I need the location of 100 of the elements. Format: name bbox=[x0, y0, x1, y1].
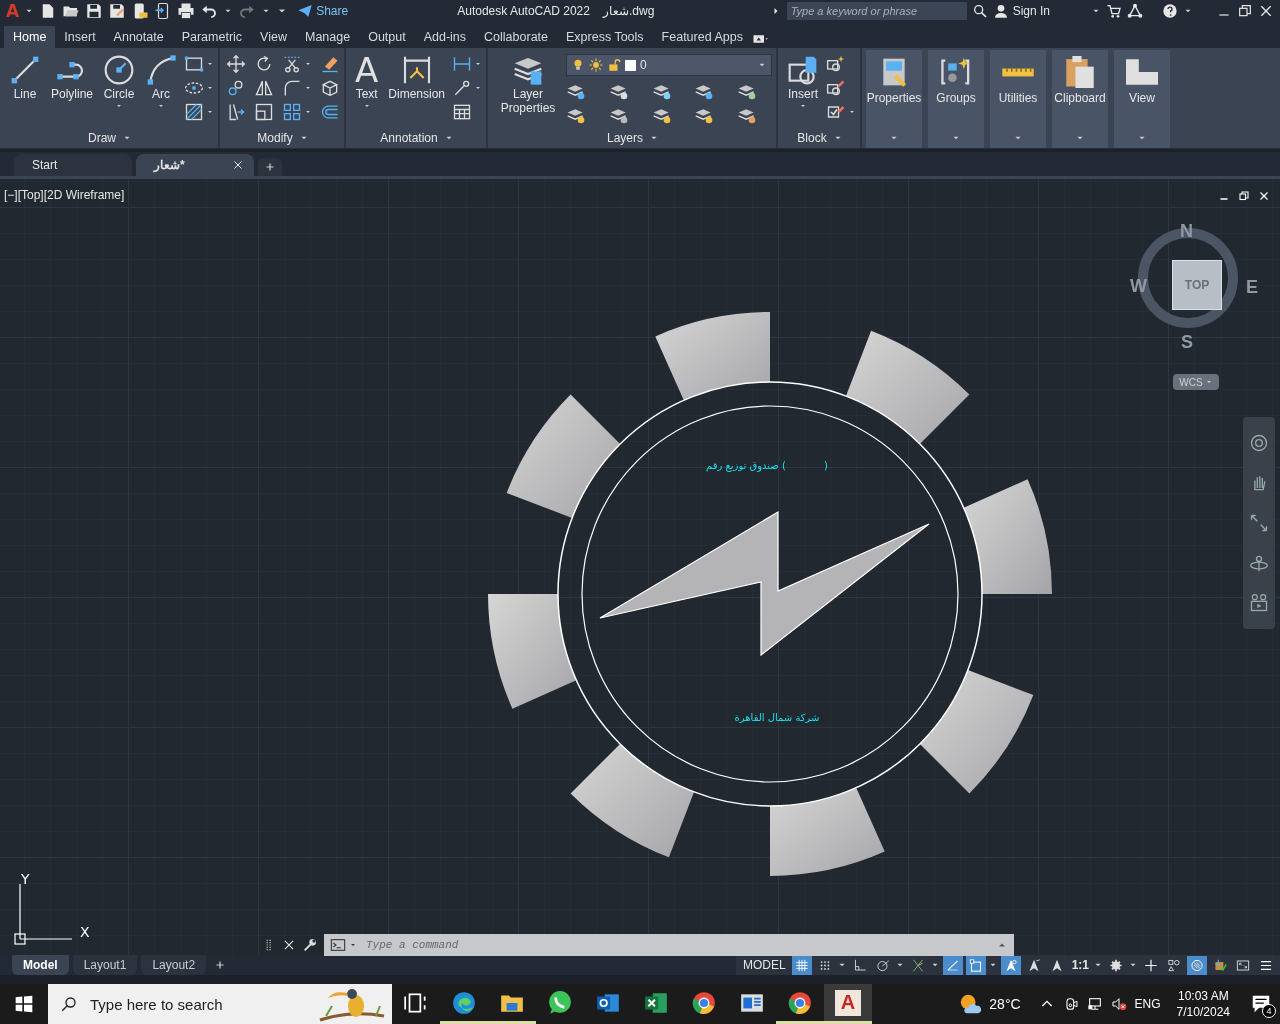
hatch-icon[interactable] bbox=[184, 102, 205, 122]
ribbon-tool-button[interactable]: Polyline bbox=[48, 52, 97, 128]
ribbon-tab[interactable]: Manage bbox=[295, 26, 360, 48]
close-icon[interactable] bbox=[282, 938, 296, 952]
panel-title-button[interactable]: Annotation bbox=[350, 128, 484, 148]
weather-icon[interactable] bbox=[959, 993, 982, 1015]
layout-tab[interactable]: Model bbox=[12, 955, 69, 975]
orbit-icon[interactable] bbox=[1249, 553, 1269, 573]
layout-tab[interactable]: Layout1 bbox=[72, 955, 138, 975]
ribbon-tool-button[interactable]: Insert bbox=[784, 52, 822, 128]
search-field[interactable]: Type a keyword or phrase bbox=[786, 2, 967, 20]
viewport-close-icon[interactable] bbox=[1258, 190, 1270, 202]
caret-icon[interactable] bbox=[304, 84, 313, 92]
table-icon[interactable] bbox=[452, 102, 472, 122]
ribbon-tab[interactable]: Add-ins bbox=[414, 26, 476, 48]
taskbar-app-button[interactable]: A bbox=[824, 984, 872, 1024]
taskbar-search-field[interactable]: Type here to search bbox=[48, 984, 392, 1024]
annotation-visibility-icon[interactable] bbox=[1000, 955, 1021, 975]
search-input[interactable]: Type here to search bbox=[88, 994, 306, 1014]
fillet-icon[interactable] bbox=[282, 78, 303, 98]
ribbon-panel-button[interactable]: Utilities bbox=[990, 50, 1046, 148]
showmotion-icon[interactable] bbox=[1249, 593, 1269, 613]
ribbon-tool-button[interactable]: Dimension bbox=[385, 52, 448, 128]
cart-icon[interactable] bbox=[1106, 3, 1122, 19]
ribbon-panel-button[interactable]: Groups bbox=[928, 50, 984, 148]
clock-date[interactable]: 7/10/2024 bbox=[1176, 1004, 1230, 1020]
command-input[interactable]: Type a command bbox=[360, 936, 993, 954]
clock-time[interactable]: 10:03 AM bbox=[1177, 988, 1229, 1004]
language-indicator[interactable]: ENG bbox=[1134, 997, 1161, 1011]
network-icon[interactable] bbox=[1086, 996, 1103, 1012]
temperature[interactable]: 28°C bbox=[989, 996, 1021, 1012]
ribbon-tab[interactable]: Output bbox=[359, 26, 415, 48]
block-create-icon[interactable] bbox=[826, 54, 846, 74]
caret-icon[interactable] bbox=[304, 108, 313, 116]
windows-start-icon[interactable] bbox=[14, 994, 34, 1014]
ribbon-tool-button[interactable]: Arc bbox=[142, 52, 181, 128]
ribbon-tool-button[interactable]: A Text bbox=[352, 52, 382, 128]
wrench-icon[interactable] bbox=[302, 937, 318, 953]
ribbon-tab[interactable]: Collaborate bbox=[475, 26, 557, 48]
network-icon[interactable] bbox=[1127, 3, 1143, 19]
caret-icon[interactable] bbox=[474, 60, 482, 68]
viewport-restore-icon[interactable] bbox=[1238, 190, 1250, 202]
panel-title-button[interactable]: Block bbox=[782, 128, 858, 148]
compass-label[interactable]: S bbox=[1181, 332, 1193, 353]
caret-icon[interactable] bbox=[474, 84, 482, 92]
ribbon-tab[interactable]: Express Tools bbox=[557, 26, 653, 48]
rectangle-icon[interactable] bbox=[184, 54, 205, 74]
save-as-icon[interactable] bbox=[108, 2, 127, 20]
layer-dropdown[interactable]: 0 bbox=[566, 54, 772, 76]
panel-title-button[interactable]: Modify bbox=[224, 128, 343, 148]
array-icon[interactable] bbox=[282, 102, 303, 122]
help-icon[interactable] bbox=[1162, 3, 1178, 19]
speaker-muted-icon[interactable] bbox=[1110, 996, 1127, 1012]
new-tab-button[interactable] bbox=[258, 158, 282, 176]
move-icon[interactable] bbox=[226, 54, 247, 74]
panel-title-button[interactable]: Layers bbox=[492, 128, 774, 148]
compass-label[interactable]: E bbox=[1246, 277, 1258, 298]
close-icon[interactable] bbox=[1258, 3, 1274, 19]
zoom-icon[interactable] bbox=[1249, 513, 1269, 533]
panel-title-button[interactable]: Draw bbox=[4, 128, 217, 148]
ribbon-tool-button[interactable]: Circle bbox=[100, 52, 139, 128]
linear-dimension-icon[interactable] bbox=[452, 54, 472, 74]
explode-icon[interactable] bbox=[320, 78, 341, 98]
layout-tab[interactable]: Layout2 bbox=[141, 955, 207, 975]
file-tab[interactable]: Start bbox=[14, 154, 132, 176]
caret-icon[interactable] bbox=[206, 60, 215, 68]
restore-icon[interactable] bbox=[1237, 3, 1253, 19]
command-line-field[interactable]: Type a command bbox=[324, 934, 1014, 956]
mirror-icon[interactable] bbox=[254, 78, 275, 98]
isolate-icon[interactable] bbox=[1187, 955, 1207, 975]
search-icon[interactable] bbox=[971, 3, 988, 19]
sign-in-button[interactable]: Sign In bbox=[992, 3, 1050, 19]
ribbon-tab[interactable]: Parametric bbox=[172, 26, 252, 48]
ribbon-tab[interactable]: Annotate bbox=[104, 26, 173, 48]
ribbon-tool-button[interactable]: Layer Properties bbox=[494, 52, 562, 128]
ribbon-tab[interactable]: View bbox=[251, 26, 296, 48]
ribbon-tab[interactable]: Featured Apps bbox=[652, 26, 752, 48]
caret-icon[interactable] bbox=[848, 108, 856, 116]
caret-icon[interactable] bbox=[206, 108, 215, 116]
leader-icon[interactable] bbox=[452, 78, 472, 98]
file-tab[interactable]: شعار* bbox=[136, 154, 254, 176]
save-icon[interactable] bbox=[85, 2, 104, 20]
block-edit-icon[interactable] bbox=[826, 78, 846, 98]
ribbon-tab[interactable]: Home bbox=[4, 26, 56, 48]
caret-icon[interactable] bbox=[206, 84, 215, 92]
share-button[interactable]: Share bbox=[297, 3, 349, 19]
model-space-button[interactable]: MODEL bbox=[739, 958, 789, 972]
ribbon-panel-button[interactable]: Properties bbox=[866, 50, 922, 148]
scale-icon[interactable] bbox=[254, 102, 275, 122]
ribbon-tool-button[interactable]: Line bbox=[6, 52, 44, 128]
ribbon-tab[interactable]: Insert bbox=[55, 26, 105, 48]
ribbon-panel-button[interactable]: View bbox=[1114, 50, 1170, 148]
ribbon-panel-button[interactable]: Clipboard bbox=[1052, 50, 1108, 148]
erase-icon[interactable] bbox=[320, 54, 341, 74]
scale-button[interactable]: 1:1 bbox=[1069, 958, 1091, 972]
close-icon[interactable] bbox=[232, 159, 244, 171]
viewport-label[interactable]: [−][Top][2D Wireframe] bbox=[4, 188, 125, 202]
caret-icon[interactable] bbox=[304, 60, 313, 68]
print-icon[interactable] bbox=[177, 2, 196, 20]
steering-wheel-icon[interactable] bbox=[1249, 433, 1269, 453]
